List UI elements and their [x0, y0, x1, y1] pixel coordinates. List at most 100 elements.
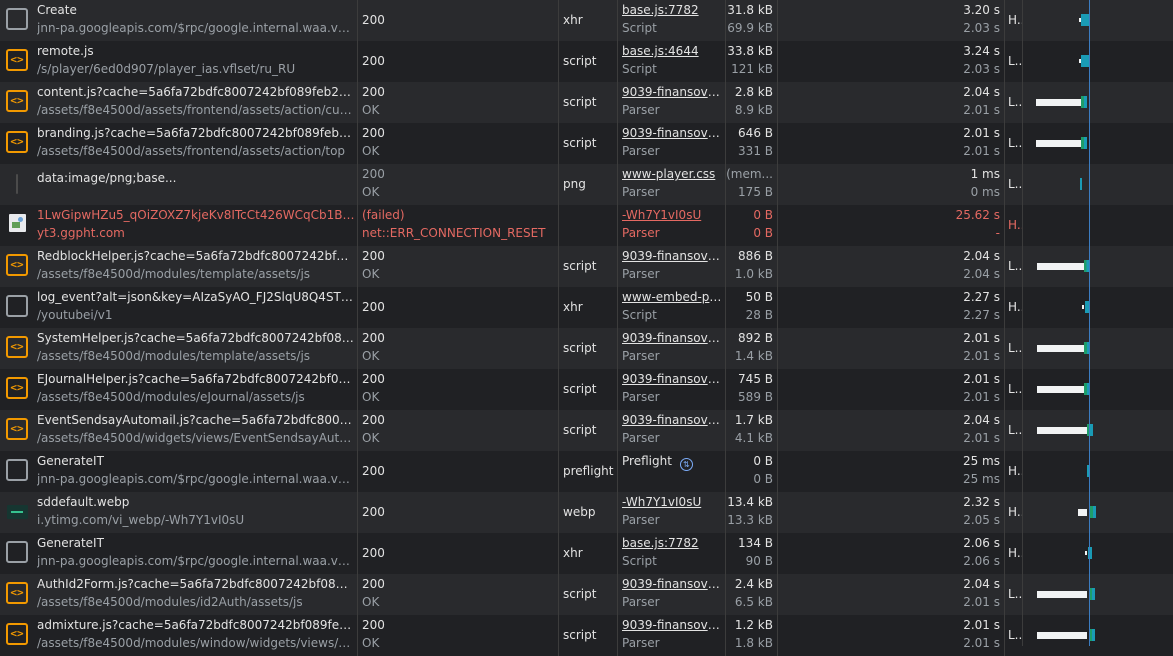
- size-cell: 1.7 kB 4.1 kB: [726, 410, 777, 451]
- waterfall-receive-bar: [1090, 506, 1096, 518]
- resource-type: xhr: [563, 13, 583, 27]
- script-icon: <>: [6, 377, 28, 399]
- table-row[interactable]: <> remote.js/s/player/6ed0d907/player_ias…: [0, 41, 1173, 82]
- document-icon: [6, 541, 28, 563]
- time-cell: 1 ms 0 ms: [778, 164, 1004, 205]
- initiator-link[interactable]: www-embed-pla...: [622, 290, 722, 304]
- name-cell[interactable]: data:image/png;base...: [0, 164, 357, 205]
- table-row[interactable]: GenerateIT jnn-pa.googleapis.com/$rpc/goo…: [0, 451, 1173, 492]
- name-cell[interactable]: <> admixture.js?cache=5a6fa72bdfc8007242b…: [0, 615, 357, 656]
- request-name: EJournalHelper.js?cache=5a6fa72bdfc80072…: [37, 372, 355, 386]
- initiator-type: Script: [622, 21, 657, 35]
- name-cell[interactable]: <> AuthId2Form.js?cache=5a6fa72bdfc800724…: [0, 574, 357, 615]
- waterfall-waiting-bar: [1037, 632, 1087, 639]
- name-cell[interactable]: <> SystemHelper.js?cache=5a6fa72bdfc80072…: [0, 328, 357, 369]
- name-cell[interactable]: Create jnn-pa.googleapis.com/$rpc/google.…: [0, 0, 357, 41]
- initiator-link[interactable]: base.js:7782: [622, 536, 722, 550]
- type-cell: script: [559, 369, 617, 410]
- table-row[interactable]: <> RedblockHelper.js?cache=5a6fa72bdfc800…: [0, 246, 1173, 287]
- initiator-link[interactable]: 9039-finansovyy...: [622, 85, 722, 99]
- table-row[interactable]: <> content.js?cache=5a6fa72bdfc8007242bf0…: [0, 82, 1173, 123]
- column-divider: [1004, 41, 1005, 82]
- column-divider: [357, 369, 358, 410]
- transferred-size: 0 B: [753, 208, 773, 222]
- initiator-link[interactable]: 9039-finansovyy...: [622, 126, 722, 140]
- thumbnail-icon: [7, 505, 28, 519]
- total-time: 2.01 s: [963, 372, 1000, 386]
- latency-time: 2.03 s: [963, 62, 1000, 76]
- initiator-link[interactable]: 9039-finansovyy...: [622, 372, 722, 386]
- column-divider: [617, 410, 618, 451]
- resource-type: preflight: [563, 464, 614, 478]
- name-cell[interactable]: GenerateIT jnn-pa.googleapis.com/$rpc/goo…: [0, 533, 357, 574]
- column-divider: [777, 123, 778, 164]
- table-row[interactable]: <> EJournalHelper.js?cache=5a6fa72bdfc800…: [0, 369, 1173, 410]
- name-cell[interactable]: GenerateIT jnn-pa.googleapis.com/$rpc/goo…: [0, 451, 357, 492]
- column-divider: [357, 451, 358, 492]
- resource-type: script: [563, 587, 597, 601]
- table-row[interactable]: sddefault.webp i.ytimg.com/vi_webp/-Wh7Y1…: [0, 492, 1173, 533]
- size-cell: 31.8 kB 69.9 kB: [726, 0, 777, 41]
- table-row[interactable]: Create jnn-pa.googleapis.com/$rpc/google.…: [0, 0, 1173, 41]
- initiator-link[interactable]: -Wh7Y1vI0sU: [622, 495, 722, 509]
- priority: H...: [1008, 13, 1022, 27]
- script-icon: <>: [6, 623, 28, 645]
- name-cell[interactable]: <> content.js?cache=5a6fa72bdfc8007242bf0…: [0, 82, 357, 123]
- latency-time: -: [995, 226, 1000, 240]
- column-divider: [777, 615, 778, 656]
- document-icon: [6, 295, 28, 317]
- column-divider: [777, 369, 778, 410]
- initiator-link[interactable]: base.js:7782: [622, 3, 722, 17]
- request-url: /assets/f8e4500d/modules/window/widgets/…: [37, 636, 355, 650]
- initiator-link[interactable]: 9039-finansovyy...: [622, 331, 722, 345]
- initiator-link[interactable]: -Wh7Y1vI0sU: [622, 208, 722, 222]
- column-divider: [777, 533, 778, 574]
- priority-cell: L...: [1005, 410, 1022, 451]
- name-cell[interactable]: <> remote.js/s/player/6ed0d907/player_ias…: [0, 41, 357, 82]
- name-cell[interactable]: log_event?alt=json&key=AIzaSyAO_FJ2SlqU8…: [0, 287, 357, 328]
- column-divider: [725, 123, 726, 164]
- table-row[interactable]: <> branding.js?cache=5a6fa72bdfc8007242bf…: [0, 123, 1173, 164]
- column-divider: [725, 451, 726, 492]
- resource-type: script: [563, 54, 597, 68]
- initiator-type: Script: [622, 554, 657, 568]
- name-cell[interactable]: <> EventSendsayAutomail.js?cache=5a6fa72b…: [0, 410, 357, 451]
- name-cell[interactable]: sddefault.webp i.ytimg.com/vi_webp/-Wh7Y1…: [0, 492, 357, 533]
- script-icon: <>: [6, 90, 28, 112]
- initiator-link[interactable]: www-player.css: [622, 167, 722, 181]
- table-row[interactable]: GenerateIT jnn-pa.googleapis.com/$rpc/goo…: [0, 533, 1173, 574]
- initiator-link[interactable]: 9039-finansovyy...: [622, 249, 722, 263]
- name-cell[interactable]: 1LwGipwHZu5_qOiZOXZ7kjeKv8ITcCt426WCqCb1…: [0, 205, 357, 246]
- table-row[interactable]: <> SystemHelper.js?cache=5a6fa72bdfc80072…: [0, 328, 1173, 369]
- initiator-text: 9039-finansovyy...: [622, 249, 722, 263]
- table-row[interactable]: <> EventSendsayAutomail.js?cache=5a6fa72b…: [0, 410, 1173, 451]
- image-data-icon: [16, 174, 18, 194]
- column-divider: [1004, 451, 1005, 492]
- column-divider: [1004, 574, 1005, 615]
- initiator-text: 9039-finansovyy...: [622, 577, 722, 591]
- name-cell[interactable]: <> branding.js?cache=5a6fa72bdfc8007242bf…: [0, 123, 357, 164]
- column-divider: [725, 41, 726, 82]
- name-cell[interactable]: <> EJournalHelper.js?cache=5a6fa72bdfc800…: [0, 369, 357, 410]
- table-row[interactable]: log_event?alt=json&key=AIzaSyAO_FJ2SlqU8…: [0, 287, 1173, 328]
- priority-cell: L...: [1005, 82, 1022, 123]
- initiator-link[interactable]: base.js:4644: [622, 44, 722, 58]
- table-row[interactable]: data:image/png;base... 200 OK png www-player…: [0, 164, 1173, 205]
- initiator-link[interactable]: 9039-finansovyy...: [622, 618, 722, 632]
- time-cell: 25 ms 25 ms: [778, 451, 1004, 492]
- initiator-cell: base.js:7782 Script: [618, 0, 725, 41]
- name-cell[interactable]: <> RedblockHelper.js?cache=5a6fa72bdfc800…: [0, 246, 357, 287]
- column-divider: [558, 205, 559, 246]
- status-cell: 200 OK: [358, 410, 558, 451]
- status-text: OK: [362, 595, 380, 609]
- column-divider: [558, 328, 559, 369]
- priority: L...: [1008, 382, 1022, 396]
- initiator-link[interactable]: 9039-finansovyy...: [622, 577, 722, 591]
- table-row[interactable]: 1LwGipwHZu5_qOiZOXZ7kjeKv8ITcCt426WCqCb1…: [0, 205, 1173, 246]
- column-divider: [357, 410, 358, 451]
- preflight-icon[interactable]: ⇅: [679, 458, 693, 471]
- table-row[interactable]: <> AuthId2Form.js?cache=5a6fa72bdfc800724…: [0, 574, 1173, 615]
- status-code: 200: [362, 300, 385, 314]
- initiator-link[interactable]: 9039-finansovyy...: [622, 413, 722, 427]
- table-row[interactable]: <> admixture.js?cache=5a6fa72bdfc8007242b…: [0, 615, 1173, 656]
